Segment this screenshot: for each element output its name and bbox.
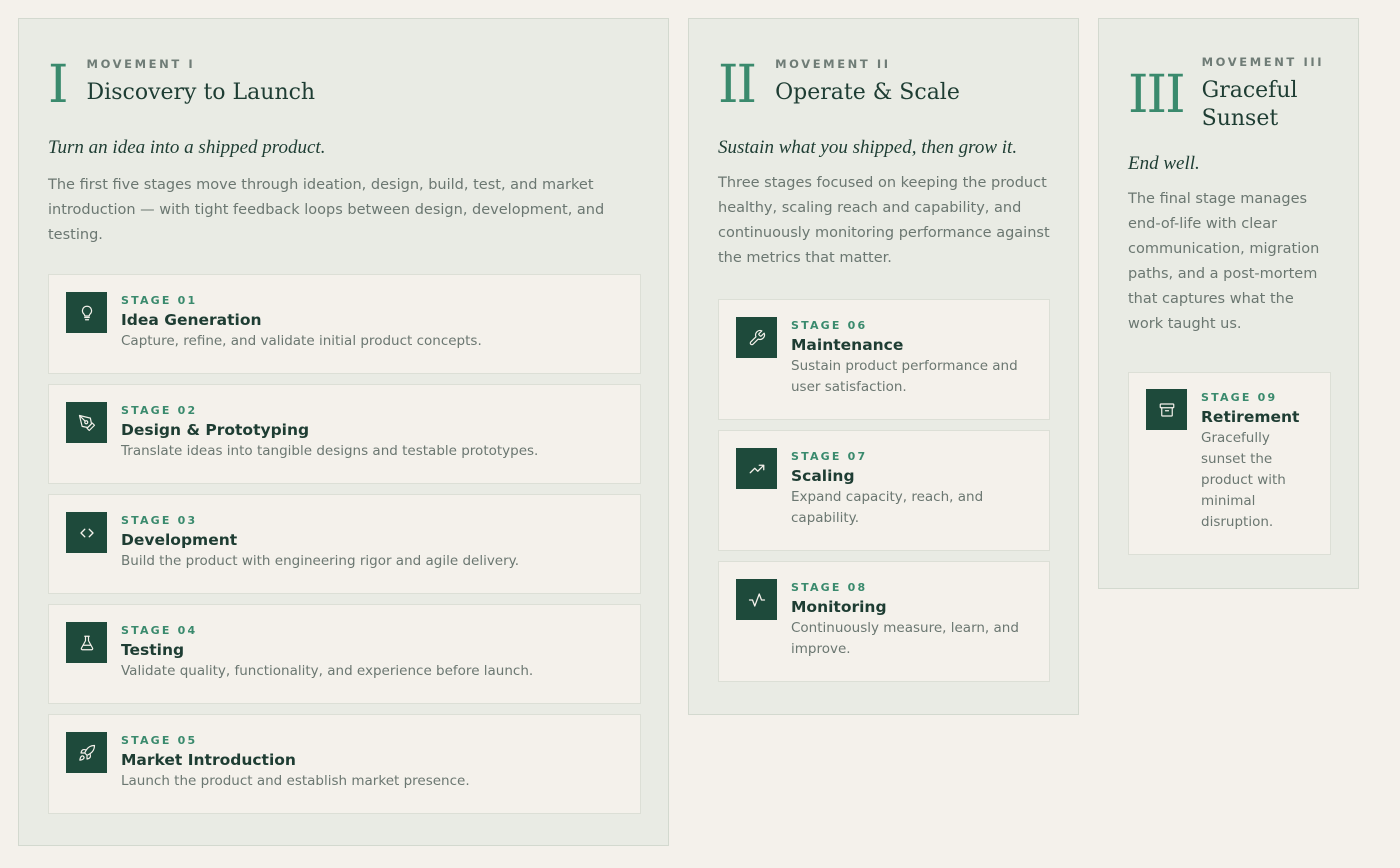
stage-description: Sustain product performance and user sat… [791,358,1018,395]
stage-card-market-introduction[interactable]: STAGE 05 Market Introduction Launch the … [48,714,641,814]
movement-card-operate-and-scale: II MOVEMENT II Operate & Scale Sustain w… [688,18,1079,715]
movement-card-graceful-sunset: III MOVEMENT III Graceful Sunset End wel… [1098,18,1359,589]
movement-tagline: Sustain what you shipped, then grow it. [718,137,1018,158]
stage-number: STAGE 07 [791,450,868,463]
stage-name: Design & Prototyping [121,421,310,439]
movement-numeral: I [48,55,68,115]
movement-numeral: III [1128,65,1186,125]
movement-kicker: MOVEMENT II [775,57,891,71]
stage-name: Monitoring [791,598,887,616]
movement-title: Operate & Scale [775,80,960,105]
stage-list: STAGE 09 Retirement Gracefully sunset th… [1128,372,1331,565]
movement-header: I MOVEMENT I Discovery to Launch [48,57,668,111]
stage-card-maintenance[interactable]: STAGE 06 Maintenance Sustain product per… [718,299,1050,420]
movement-description: The first five stages move through ideat… [48,177,605,243]
stage-description: Build the product with engineering rigor… [121,553,520,569]
stage-description: Continuously measure, learn, and improve… [791,620,1019,657]
movement-card-discovery-to-launch: I MOVEMENT I Discovery to Launch Turn an… [18,18,669,846]
stage-description: Translate ideas into tangible designs an… [121,443,539,459]
stage-number: STAGE 08 [791,581,868,594]
movement-tagline: Turn an idea into a shipped product. [48,137,326,158]
movement-description: Three stages focused on keeping the prod… [718,175,1050,266]
stage-name: Testing [121,641,185,659]
stage-card-retirement[interactable]: STAGE 09 Retirement Gracefully sunset th… [1128,372,1331,555]
stage-name: Maintenance [791,336,904,354]
stage-name: Idea Generation [121,311,262,329]
stage-card-monitoring[interactable]: STAGE 08 Monitoring Continuously measure… [718,561,1050,682]
stage-number: STAGE 02 [121,404,198,417]
movement-description: The final stage manages end-of-life with… [1128,191,1320,332]
lightbulb-icon [66,292,107,333]
movement-title: Graceful Sunset [1201,78,1298,131]
stage-list: STAGE 01 Idea Generation Capture, refine… [48,274,641,824]
code-icon [66,512,107,553]
pen-tool-icon [66,402,107,443]
movement-header: II MOVEMENT II Operate & Scale [718,57,1078,111]
stage-card-testing[interactable]: STAGE 04 Testing Validate quality, funct… [48,604,641,704]
movement-kicker: MOVEMENT III [1201,55,1325,69]
stage-name: Retirement [1201,408,1300,426]
movement-tagline: End well. [1128,153,1200,174]
movement-header: III MOVEMENT III Graceful Sunset [1128,55,1358,133]
movement-numeral: II [718,55,757,115]
stage-description: Gracefully sunset the product with minim… [1201,430,1286,530]
stage-name: Scaling [791,467,855,485]
stage-name: Market Introduction [121,751,296,769]
stage-description: Launch the product and establish market … [121,773,470,789]
stage-name: Development [121,531,238,549]
stage-number: STAGE 01 [121,294,198,307]
activity-icon [736,579,777,620]
stage-number: STAGE 06 [791,319,868,332]
stage-description: Expand capacity, reach, and capability. [791,489,984,526]
movement-kicker: MOVEMENT I [86,57,196,71]
rocket-icon [66,732,107,773]
flask-icon [66,622,107,663]
stage-description: Capture, refine, and validate initial pr… [121,333,482,349]
trending-up-icon [736,448,777,489]
stage-number: STAGE 03 [121,514,198,527]
stage-description: Validate quality, functionality, and exp… [121,663,534,679]
archive-icon [1146,389,1187,430]
movement-title: Discovery to Launch [86,80,316,105]
stage-number: STAGE 09 [1201,391,1278,404]
stage-number: STAGE 05 [121,734,198,747]
stage-card-idea-generation[interactable]: STAGE 01 Idea Generation Capture, refine… [48,274,641,374]
wrench-icon [736,317,777,358]
stage-card-development[interactable]: STAGE 03 Development Build the product w… [48,494,641,594]
stage-number: STAGE 04 [121,624,198,637]
stage-list: STAGE 06 Maintenance Sustain product per… [718,299,1050,692]
stage-card-design-prototyping[interactable]: STAGE 02 Design & Prototyping Translate … [48,384,641,484]
stage-card-scaling[interactable]: STAGE 07 Scaling Expand capacity, reach,… [718,430,1050,551]
